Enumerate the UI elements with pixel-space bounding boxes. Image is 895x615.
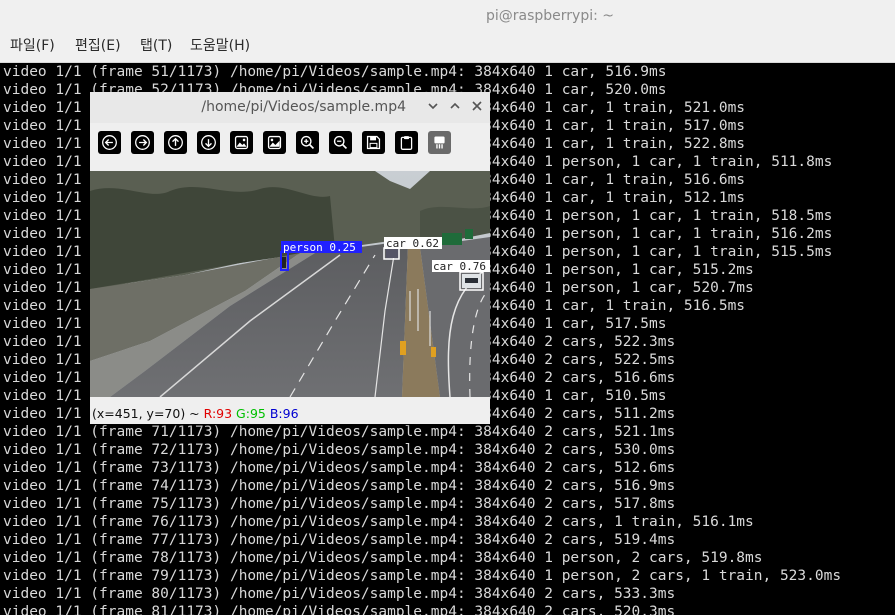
save-icon[interactable] (362, 131, 385, 154)
detection-label-car-1: car 0.62 (386, 237, 439, 250)
arrow-up-icon[interactable] (164, 131, 187, 154)
terminal-line: video 1/1 (frame 73/1173) /home/pi/Video… (3, 460, 676, 476)
terminal-line: video 1/1 (frame 81/1173) /home/pi/Video… (3, 604, 676, 615)
pixel-red-value: R:93 (203, 406, 233, 421)
terminal-line: video 1/1 (frame 76/1173) /home/pi/Video… (3, 514, 754, 530)
cursor-coords: (x=451, y=70) ~ (92, 406, 200, 421)
properties-icon[interactable] (428, 131, 451, 154)
arrow-right-icon[interactable] (131, 131, 154, 154)
terminal-line: video 1/1 (frame 74/1173) /home/pi/Video… (3, 478, 676, 494)
menu-edit[interactable]: 편집(E) (75, 33, 121, 62)
clipboard-icon[interactable] (395, 131, 418, 154)
zoom-in-icon[interactable] (296, 131, 319, 154)
chevron-down-icon[interactable] (424, 98, 442, 116)
terminal-line: video 1/1 (frame 51/1173) /home/pi/Video… (3, 64, 667, 80)
terminal-line: video 1/1 (frame 72/1173) /home/pi/Video… (3, 442, 676, 458)
image-settings-icon[interactable] (263, 131, 286, 154)
terminal-line: video 1/1 (frame 78/1173) /home/pi/Video… (3, 550, 763, 566)
pixel-status-bar: (x=451, y=70) ~ R:93 G:95 B:96 (90, 404, 492, 424)
image-viewer-window[interactable]: /home/pi/Videos/sample.mp4 person 0.25 c… (90, 92, 490, 424)
menu-bar: 파일(F) 편집(E) 탭(T) 도움말(H) (0, 33, 895, 63)
pixel-blue-value: B:96 (269, 406, 299, 421)
terminal-titlebar[interactable]: pi@raspberrypi: ~ (0, 0, 895, 33)
terminal-line: video 1/1 (frame 79/1173) /home/pi/Video… (3, 568, 842, 584)
menu-tabs[interactable]: 탭(T) (140, 33, 172, 62)
menu-file[interactable]: 파일(F) (10, 33, 55, 62)
menu-help[interactable]: 도움말(H) (190, 33, 250, 62)
zoom-out-icon[interactable] (329, 131, 352, 154)
chevron-up-icon[interactable] (446, 98, 464, 116)
arrow-left-icon[interactable] (98, 131, 121, 154)
video-frame[interactable]: person 0.25 car 0.62 car 0.76 (90, 171, 490, 397)
detection-label-car-2: car 0.76 (433, 260, 486, 273)
arrow-down-icon[interactable] (197, 131, 220, 154)
image-icon[interactable] (230, 131, 253, 154)
pixel-green-value: G:95 (236, 406, 266, 421)
window-title: pi@raspberrypi: ~ (485, 8, 615, 24)
close-icon[interactable] (468, 98, 486, 116)
terminal-line: video 1/1 (frame 77/1173) /home/pi/Video… (3, 532, 676, 548)
viewer-titlebar[interactable]: /home/pi/Videos/sample.mp4 (90, 92, 490, 123)
terminal-line: video 1/1 (frame 75/1173) /home/pi/Video… (3, 496, 676, 512)
terminal-line: video 1/1 (frame 71/1173) /home/pi/Video… (3, 424, 676, 440)
viewer-title: /home/pi/Videos/sample.mp4 (201, 99, 406, 115)
terminal-line: video 1/1 (frame 80/1173) /home/pi/Video… (3, 586, 676, 602)
detection-label-person: person 0.25 (283, 241, 356, 254)
